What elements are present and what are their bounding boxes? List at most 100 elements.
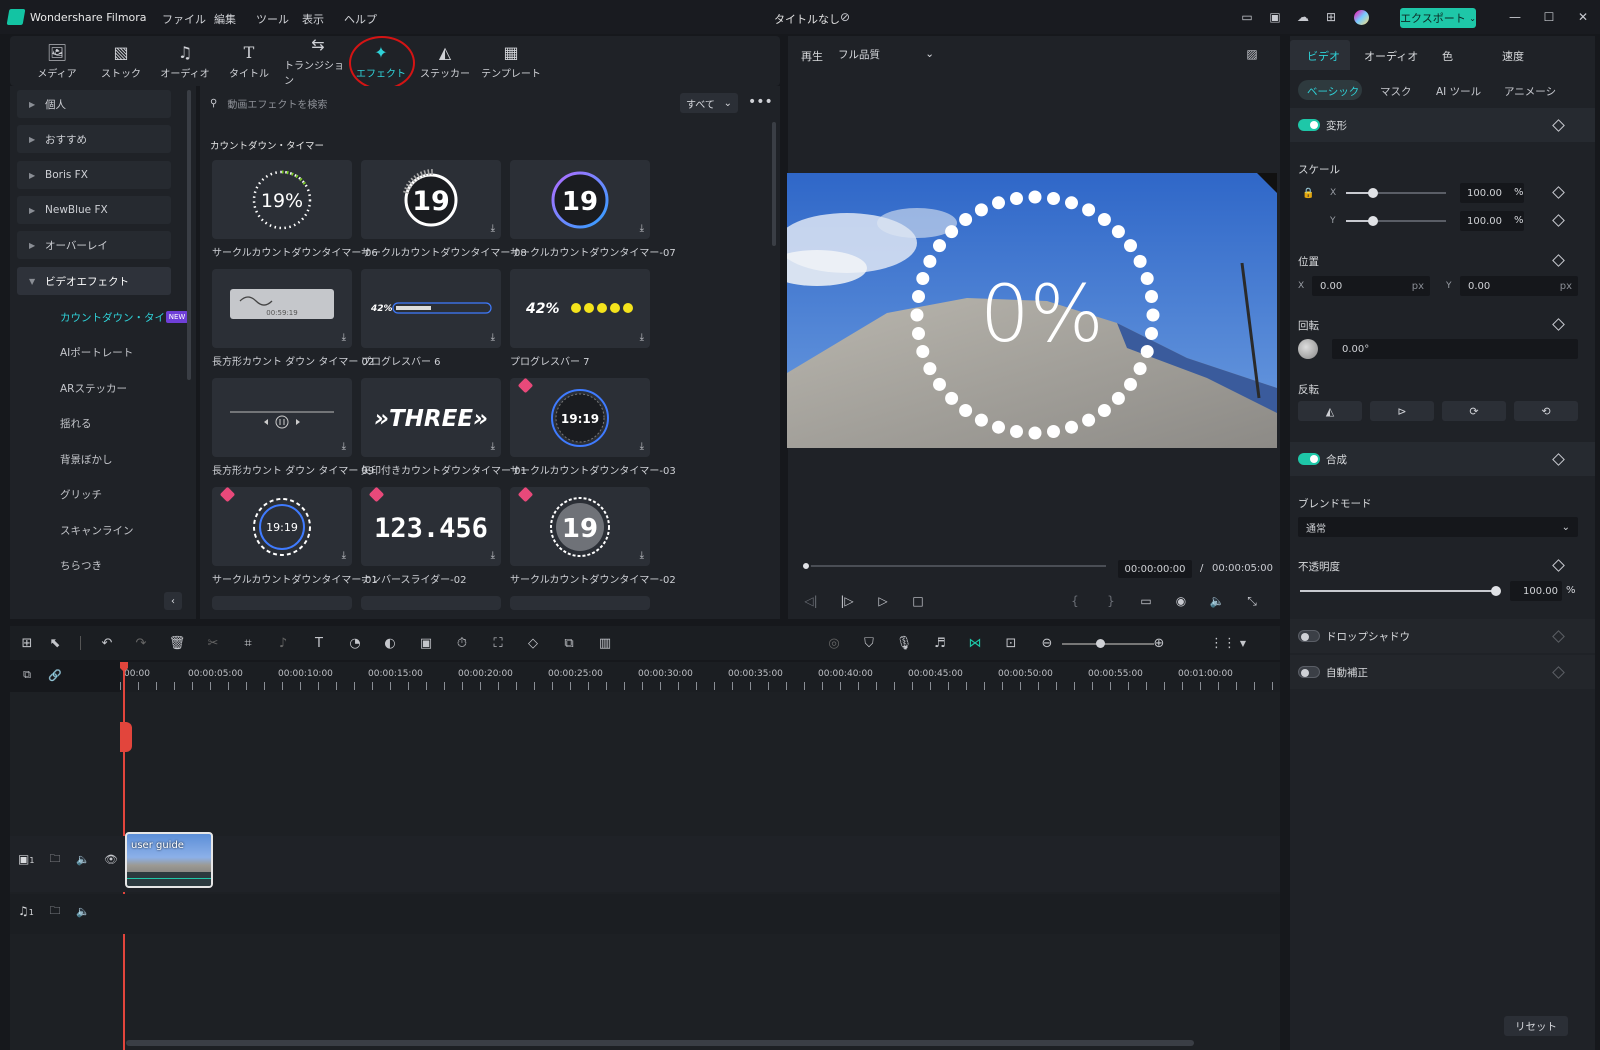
effect-card-progress-7[interactable]: 42% ⤓	[510, 269, 650, 348]
render-icon[interactable]: ◎	[825, 634, 843, 652]
effect-card-circle-06[interactable]: 19%	[212, 160, 352, 239]
layout-icon[interactable]: ▭	[1238, 8, 1256, 26]
step-play-icon[interactable]: |▷	[838, 592, 856, 610]
blend-mode-dropdown[interactable]: 通常 ⌄	[1298, 517, 1578, 537]
category-video-effects[interactable]: ▼ ビデオエフェクト	[17, 267, 171, 295]
rotate-cw-button[interactable]: ⟳	[1442, 401, 1506, 421]
fit-icon[interactable]: ⛶	[489, 634, 507, 652]
subtab-mask[interactable]: マスク	[1380, 84, 1412, 99]
mark-out-icon[interactable]: }	[1102, 592, 1120, 610]
position-y-input[interactable]: 0.00 px	[1460, 276, 1578, 296]
motion-track-icon[interactable]: ⧉	[560, 634, 578, 652]
composite-toggle[interactable]	[1298, 453, 1320, 465]
more-options-icon[interactable]: •••	[748, 94, 773, 110]
menu-view[interactable]: 表示	[302, 11, 324, 27]
tool-audio-button[interactable]: ♫ オーディオ	[154, 36, 216, 86]
zoom-out-icon[interactable]: ⊖	[1038, 634, 1056, 652]
download-icon[interactable]: ⤓	[491, 223, 495, 234]
flip-vertical-button[interactable]: ⊳	[1370, 401, 1434, 421]
delete-icon[interactable]: 🗑	[168, 634, 186, 652]
effect-card-progress-6[interactable]: 42% ⤓	[361, 269, 501, 348]
playback-progress-track[interactable]	[806, 565, 1106, 567]
camera-snapshot-icon[interactable]: ◉	[1172, 592, 1190, 610]
download-icon[interactable]: ⤓	[640, 332, 644, 343]
display-icon[interactable]: ▭	[1137, 592, 1155, 610]
lock-ratio-icon[interactable]: 🔒	[1302, 188, 1314, 199]
subcategory-bg-blur[interactable]: 背景ぼかし	[60, 452, 113, 467]
volume-icon[interactable]: 🔈	[1208, 592, 1226, 610]
effect-card-rect-09[interactable]: ⤓	[212, 378, 352, 457]
tool-stock-button[interactable]: ▧ ストック	[90, 36, 152, 86]
tab-video[interactable]: ビデオ	[1307, 48, 1340, 64]
tool-title-button[interactable]: T タイトル	[218, 36, 280, 86]
stabilize-icon[interactable]: ▥	[596, 634, 614, 652]
category-personal[interactable]: ▶ 個人	[17, 90, 171, 118]
category-recommended[interactable]: ▶ おすすめ	[17, 125, 171, 153]
effect-card-arrow-01[interactable]: »THREE» ⤓	[361, 378, 501, 457]
microphone-icon[interactable]: 🎙	[895, 634, 913, 652]
position-x-input[interactable]: 0.00 px	[1312, 276, 1430, 296]
speed-icon[interactable]: ◔	[346, 634, 364, 652]
select-tool-icon[interactable]: ⬉	[46, 634, 64, 652]
export-button[interactable]: エクスポート ⌄	[1400, 8, 1476, 28]
effects-filter-dropdown[interactable]: すべて ⌄	[680, 93, 738, 113]
opacity-slider-knob[interactable]	[1491, 586, 1501, 596]
layout-grid-icon[interactable]: ⊞	[18, 634, 36, 652]
video-clip[interactable]: user guide	[125, 832, 213, 888]
download-icon[interactable]: ⤓	[342, 332, 346, 343]
tool-transition-button[interactable]: ⇆ トランジション	[284, 35, 352, 87]
category-scrollbar[interactable]	[187, 90, 191, 380]
flip-horizontal-button[interactable]: ◭	[1298, 401, 1362, 421]
effect-card-partial[interactable]	[361, 596, 501, 610]
add-track-icon[interactable]: ⧉	[18, 666, 36, 684]
save-icon[interactable]: ▣	[1266, 8, 1284, 26]
tool-template-button[interactable]: ▦ テンプレート	[478, 36, 544, 86]
auto-enhance-toggle[interactable]	[1298, 666, 1320, 678]
effect-card-circle-03[interactable]: 19:19 ⤓	[510, 378, 650, 457]
effect-card-number-slider-02[interactable]: 123.456 ⤓	[361, 487, 501, 566]
collapse-panel-button[interactable]: ‹	[164, 592, 182, 610]
zoom-in-icon[interactable]: ⊕	[1150, 634, 1168, 652]
effects-scrollbar[interactable]	[772, 122, 776, 246]
effects-search-input[interactable]: ⚲ 動画エフェクトを検索	[210, 92, 670, 114]
marker-icon[interactable]: ⛉	[860, 634, 878, 652]
menu-help[interactable]: ヘルプ	[344, 11, 377, 27]
fullscreen-icon[interactable]: ⤡	[1243, 592, 1261, 610]
tool-sticker-button[interactable]: ◭ ステッカー	[414, 36, 476, 86]
pip-icon[interactable]: ⊡	[1002, 634, 1020, 652]
effect-card-rect-02[interactable]: 00:59:19 ⤓	[212, 269, 352, 348]
track-volume-icon[interactable]: 🔈	[74, 902, 92, 920]
download-icon[interactable]: ⤓	[640, 441, 644, 452]
download-icon[interactable]: ⤓	[640, 223, 644, 234]
account-avatar-icon[interactable]	[1354, 10, 1369, 25]
download-icon[interactable]: ⤓	[640, 550, 644, 561]
snap-icon[interactable]: ⋈	[966, 634, 984, 652]
playhead-side-tab[interactable]	[120, 722, 132, 752]
drop-shadow-toggle[interactable]	[1298, 630, 1320, 642]
subcategory-scanline[interactable]: スキャンライン	[60, 523, 134, 538]
undo-icon[interactable]: ↶	[98, 634, 116, 652]
chevron-down-icon[interactable]: ▼	[1234, 634, 1252, 652]
maximize-icon[interactable]: ☐	[1540, 8, 1558, 26]
subtab-animation[interactable]: アニメーシ	[1504, 84, 1556, 99]
stop-icon[interactable]: □	[909, 592, 927, 610]
subcategory-ar-sticker[interactable]: ARステッカー	[60, 381, 127, 396]
download-icon[interactable]: ⤓	[491, 550, 495, 561]
transform-toggle[interactable]	[1298, 119, 1320, 131]
zoom-slider-knob[interactable]	[1096, 639, 1105, 648]
eye-icon[interactable]: 👁	[102, 850, 120, 868]
voiceover-icon[interactable]: ♬	[931, 634, 949, 652]
quality-dropdown[interactable]: フル品質 ⌄	[838, 44, 934, 64]
effect-card-circle-02[interactable]: 19 ⤓	[510, 487, 650, 566]
crop-icon[interactable]: ⌗	[239, 634, 257, 652]
cut-icon[interactable]: ✂	[204, 634, 222, 652]
menu-tools[interactable]: ツール	[256, 11, 289, 27]
subcategory-ai-portrait[interactable]: AIポートレート	[60, 345, 133, 360]
track-volume-icon[interactable]: 🔈	[74, 850, 92, 868]
snapshot-view-icon[interactable]: ▨	[1243, 45, 1261, 63]
scale-x-slider-knob[interactable]	[1368, 188, 1378, 198]
folder-icon[interactable]: 🗀	[46, 902, 64, 920]
subcategory-shake[interactable]: 揺れる	[60, 416, 92, 431]
rotation-dial[interactable]	[1298, 339, 1318, 359]
audio-detach-icon[interactable]: ♪	[274, 634, 292, 652]
